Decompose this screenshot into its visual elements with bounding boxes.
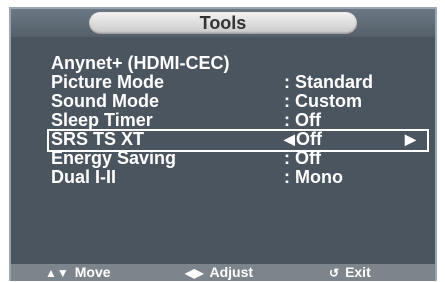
footer-adjust: ◀▶ Adjust [185, 264, 253, 282]
footer-exit: ↺ Exit [329, 264, 371, 282]
title-bar: Tools [11, 9, 435, 37]
menu-item-label: Sleep Timer [51, 110, 153, 130]
menu-item-label: Energy Saving [51, 148, 177, 168]
menu-item-value: : Off [284, 148, 321, 168]
tools-menu: Anynet+ (HDMI-CEC) Picture Mode : Standa… [11, 54, 435, 187]
return-icon: ↺ [329, 266, 340, 280]
menu-item-sleep-timer[interactable]: Sleep Timer : Off [11, 111, 435, 130]
menu-item-value: Off [296, 129, 322, 149]
menu-title: Tools [199, 13, 247, 33]
tools-osd-panel: Tools Anynet+ (HDMI-CEC) Picture Mode : … [9, 7, 437, 281]
menu-item-picture-mode[interactable]: Picture Mode : Standard [11, 73, 435, 92]
footer-adjust-label: Adjust [209, 264, 254, 280]
menu-item-dual-i-ii[interactable]: Dual I-II : Mono [11, 168, 435, 187]
up-down-arrow-icon: ▲▼ [45, 266, 69, 280]
footer-move: ▲▼ Move [45, 264, 111, 282]
menu-item-value: : Mono [284, 167, 343, 187]
menu-item-energy-saving[interactable]: Energy Saving : Off [11, 149, 435, 168]
menu-item-value: : Custom [284, 91, 362, 111]
menu-item-label: Picture Mode [51, 72, 165, 92]
footer-move-label: Move [74, 264, 111, 280]
menu-item-sound-mode[interactable]: Sound Mode : Custom [11, 92, 435, 111]
menu-item-anynet[interactable]: Anynet+ (HDMI-CEC) [11, 54, 435, 73]
menu-item-label: SRS TS XT [51, 129, 145, 149]
right-arrow-icon[interactable]: ▶ [405, 130, 416, 149]
footer-exit-label: Exit [345, 264, 371, 280]
menu-item-label: Sound Mode [51, 91, 159, 111]
left-arrow-icon[interactable]: ◀ [284, 130, 295, 149]
menu-item-label: Dual I-II [51, 167, 117, 187]
menu-item-value: : Off [284, 110, 321, 130]
title-pill: Tools [89, 12, 357, 34]
left-right-arrow-icon: ◀▶ [185, 266, 204, 280]
menu-item-label: Anynet+ (HDMI-CEC) [51, 53, 230, 73]
menu-item-value: : Standard [284, 72, 374, 92]
menu-item-srs-ts-xt-selected[interactable]: SRS TS XT ◀ Off ▶ [47, 129, 429, 152]
footer-help-bar: ▲▼ Move ◀▶ Adjust ↺ Exit [11, 264, 435, 281]
